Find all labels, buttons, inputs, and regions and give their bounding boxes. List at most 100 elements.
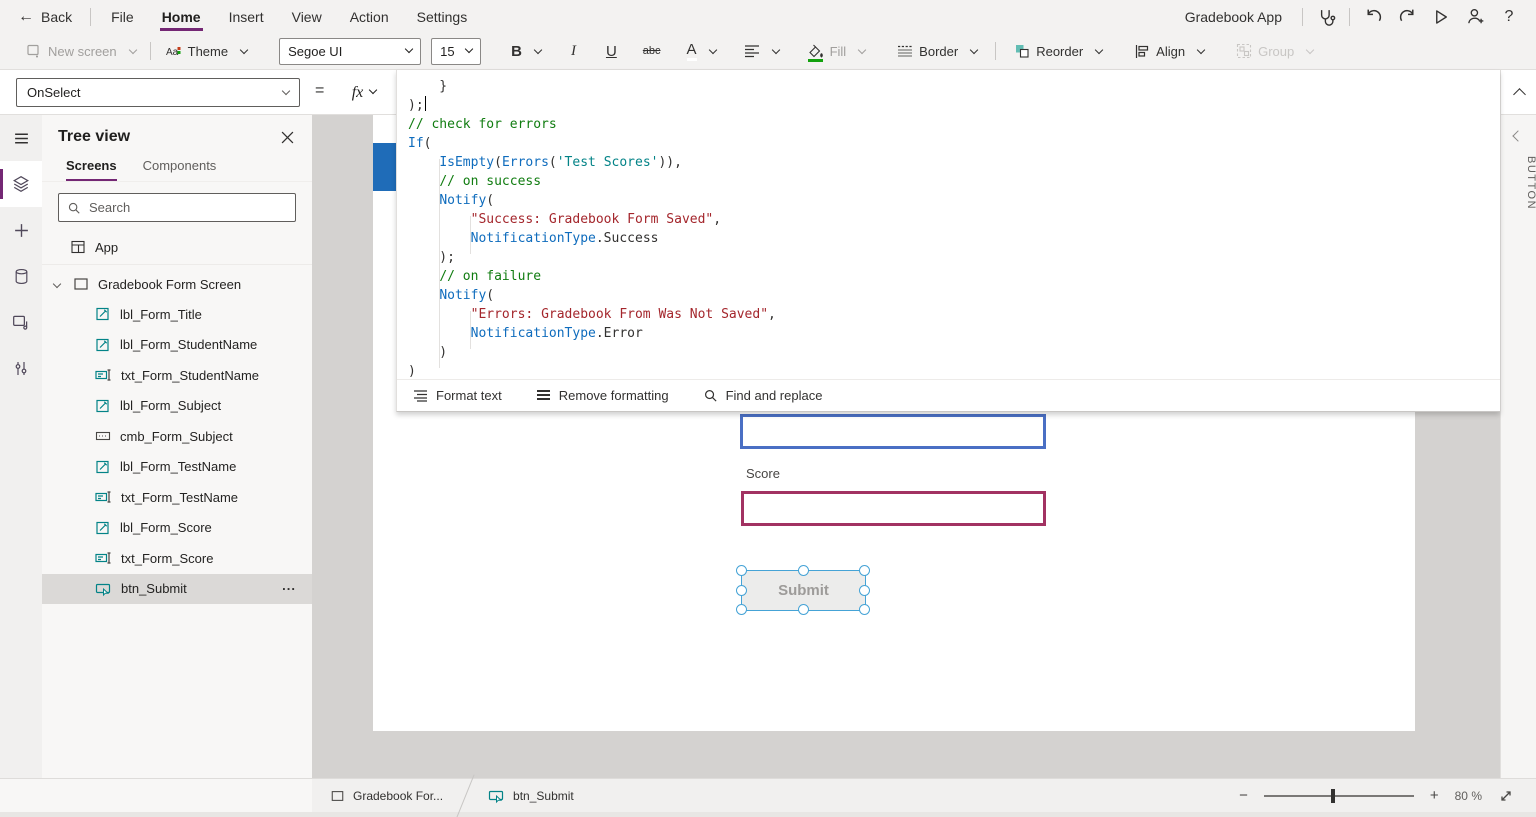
zoom-slider-handle[interactable] [1331, 788, 1336, 803]
divider [42, 264, 312, 265]
tree-item-lbl_Form_StudentName[interactable]: lbl_Form_StudentName [42, 330, 312, 361]
app-icon [71, 240, 85, 254]
back-label: Back [41, 8, 73, 25]
format-text-button[interactable]: Format text [413, 388, 502, 403]
tree-item-btn_Submit[interactable]: btn_Submit... [42, 573, 312, 604]
menu-item-settings[interactable]: Settings [403, 0, 482, 33]
zoom-out-button[interactable]: − [1239, 787, 1248, 804]
breadcrumb-screen[interactable]: Gradebook For... [312, 779, 461, 812]
rail-advanced-tools-icon[interactable] [0, 345, 42, 391]
text-cursor [424, 96, 427, 111]
group-button[interactable]: Group [1228, 36, 1321, 66]
menu-item-action[interactable]: Action [336, 0, 403, 33]
tree-item-label: lbl_Form_Title [120, 306, 202, 322]
selection-handle[interactable] [797, 565, 809, 576]
text-align-button[interactable] [736, 36, 787, 66]
textinput-icon [95, 367, 112, 383]
zoom-in-button[interactable]: + [1430, 787, 1439, 804]
fill-color-swatch [807, 58, 823, 62]
text-align-icon [744, 45, 759, 58]
more-options-icon[interactable]: ... [282, 578, 296, 593]
selection-handle[interactable] [859, 604, 870, 615]
tab-components[interactable]: Components [143, 158, 217, 181]
strikethrough-button[interactable]: abc [635, 36, 669, 66]
reorder-button[interactable]: Reorder [1006, 36, 1110, 66]
code-line: // on success [439, 174, 542, 189]
formula-bar-row: OnSelect = fx [0, 70, 396, 115]
find-and-replace-button[interactable]: Find and replace [703, 388, 822, 403]
back-button[interactable]: ← Back [14, 0, 84, 33]
text-input-testname[interactable] [740, 414, 1046, 449]
code-line: } [408, 79, 448, 94]
formula-code-editor[interactable]: }); // check for errors If( IsEmpty(Errors… [397, 70, 1500, 379]
tree-item-screen[interactable]: Gradebook Form Screen [42, 269, 312, 299]
tree-item-lbl_Form_TestName[interactable]: lbl_Form_TestName [42, 452, 312, 483]
tree-item-lbl_Form_Title[interactable]: lbl_Form_Title [42, 299, 312, 330]
search-input[interactable] [89, 200, 287, 215]
form-title-bar[interactable] [373, 143, 396, 191]
new-screen-button[interactable]: New screen [18, 36, 144, 66]
border-button[interactable]: Border [889, 36, 985, 66]
tab-screens[interactable]: Screens [66, 158, 117, 181]
fit-to-window-icon[interactable] [1498, 788, 1514, 804]
selection-handle[interactable] [736, 584, 747, 596]
selection-handle[interactable] [736, 565, 747, 576]
redo-button[interactable] [1390, 0, 1424, 33]
remove-formatting-button[interactable]: Remove formatting [536, 388, 669, 403]
collapsed-panel-label[interactable]: BUTTON [1501, 156, 1536, 210]
tree-view-panel: Tree view Screens Components App Gradeboo… [42, 115, 312, 778]
screen-icon [74, 278, 88, 290]
tree-item-label: txt_Form_Score [121, 550, 214, 566]
menu-item-file[interactable]: File [97, 0, 148, 33]
share-user-icon[interactable] [1458, 0, 1492, 33]
screen-icon [330, 789, 345, 803]
chevron-left-icon[interactable] [1512, 130, 1524, 142]
menu-item-home[interactable]: Home [148, 0, 215, 33]
tree-item-lbl_Form_Score[interactable]: lbl_Form_Score [42, 513, 312, 544]
tree-item-txt_Form_StudentName[interactable]: txt_Form_StudentName [42, 360, 312, 391]
rail-tree-view-icon[interactable] [0, 161, 42, 207]
button-icon [488, 788, 505, 804]
fill-button[interactable]: Fill [799, 36, 874, 66]
close-icon[interactable] [276, 126, 298, 148]
menu-item-insert[interactable]: Insert [215, 0, 278, 33]
align-button[interactable]: Align [1126, 36, 1212, 66]
theme-button[interactable]: Aa Theme [157, 36, 255, 66]
submit-button-selection[interactable]: Submit [736, 565, 870, 615]
text-input-score[interactable] [741, 491, 1046, 526]
bold-button[interactable]: B [503, 36, 549, 66]
label-icon [95, 398, 111, 414]
selection-handle[interactable] [736, 604, 747, 615]
fx-button[interactable]: fx [337, 78, 391, 107]
rail-insert-icon[interactable] [0, 207, 42, 253]
font-color-button[interactable]: A [679, 36, 724, 66]
font-family-select[interactable]: Segoe UI [279, 37, 422, 65]
code-line: NotificationType.Success [470, 231, 659, 246]
selection-handle[interactable] [859, 565, 870, 576]
collapse-formula-bar-button[interactable] [1501, 70, 1536, 115]
rail-media-icon[interactable] [0, 299, 42, 345]
app-checker-icon[interactable] [1309, 0, 1343, 33]
play-preview-button[interactable] [1424, 0, 1458, 33]
breadcrumb-control[interactable]: btn_Submit [470, 779, 592, 812]
tree-item-label: txt_Form_StudentName [121, 367, 260, 383]
tree-item-txt_Form_Score[interactable]: txt_Form_Score [42, 543, 312, 574]
property-selector[interactable]: OnSelect [16, 78, 300, 107]
zoom-slider[interactable] [1263, 788, 1414, 803]
help-button[interactable]: ? [1492, 0, 1526, 33]
menu-item-view[interactable]: View [278, 0, 336, 33]
tree-item-app[interactable]: App [42, 232, 312, 262]
font-size-select[interactable]: 15 [431, 37, 482, 65]
undo-button[interactable] [1356, 0, 1390, 33]
tree-item-cmb_Form_Subject[interactable]: cmb_Form_Subject [42, 421, 312, 452]
underline-button[interactable]: U [598, 36, 625, 66]
chevron-down-icon[interactable] [52, 279, 62, 289]
italic-button[interactable]: I [563, 36, 584, 66]
rail-data-icon[interactable] [0, 253, 42, 299]
rail-menu-icon[interactable] [0, 115, 42, 161]
selection-handle[interactable] [797, 604, 809, 615]
divider [1302, 7, 1303, 26]
tree-item-lbl_Form_Subject[interactable]: lbl_Form_Subject [42, 391, 312, 422]
selection-handle[interactable] [859, 584, 870, 596]
tree-item-txt_Form_TestName[interactable]: txt_Form_TestName [42, 482, 312, 513]
